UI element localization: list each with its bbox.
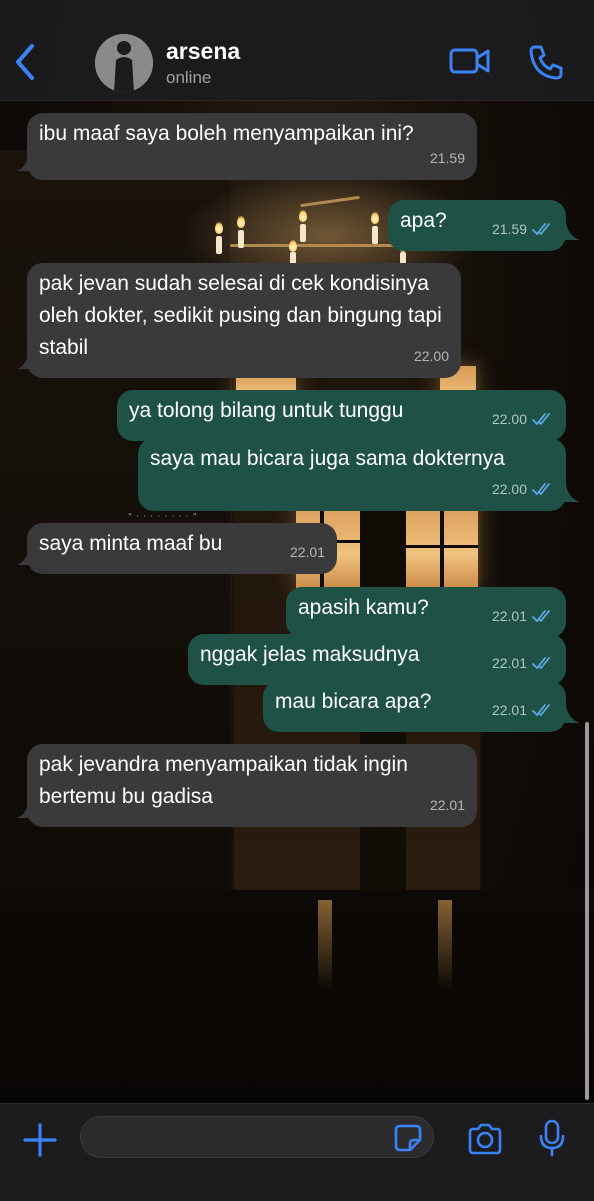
wallpaper-reflection <box>438 900 452 990</box>
candle-flame <box>215 222 223 234</box>
message-outgoing[interactable]: saya mau bicara juga sama dokternya 22.0… <box>138 438 566 511</box>
message-time: 22.00 <box>413 348 449 364</box>
message-time: 22.00 <box>491 411 527 427</box>
message-outgoing[interactable]: ya tolong bilang untuk tunggu 22.00 <box>117 390 566 441</box>
message-outgoing[interactable]: nggak jelas maksudnya 22.01 <box>188 634 566 685</box>
attach-button[interactable] <box>22 1122 58 1158</box>
message-text: ibu maaf saya boleh menyampaikan ini? <box>39 122 414 145</box>
message-incoming[interactable]: ibu maaf saya boleh menyampaikan ini? 21… <box>27 113 477 180</box>
message-composer <box>0 1103 594 1201</box>
message-time: 21.59 <box>491 221 527 237</box>
bubble-tail <box>17 547 37 565</box>
candle-flame <box>371 212 379 224</box>
avatar-photo <box>95 34 153 92</box>
double-check-icon <box>532 483 550 496</box>
message-incoming[interactable]: pak jevandra menyampaikan tidak ingin be… <box>27 744 477 827</box>
candle-flame <box>289 240 297 252</box>
plus-icon <box>23 1123 57 1157</box>
scrollbar[interactable] <box>585 722 589 1100</box>
message-text: ya tolong bilang untuk tunggu <box>129 399 404 422</box>
video-camera-icon <box>449 48 490 74</box>
bubble-tail <box>558 222 580 240</box>
double-check-icon <box>532 223 550 236</box>
chandelier-candle <box>372 226 378 244</box>
microphone-icon <box>539 1119 565 1157</box>
message-text: saya minta maaf bu <box>39 532 223 555</box>
bubble-tail <box>17 800 37 818</box>
message-incoming[interactable]: saya minta maaf bu 22.01 <box>27 523 337 574</box>
message-time: 22.01 <box>491 608 527 624</box>
message-input[interactable] <box>80 1116 434 1158</box>
message-time: 22.01 <box>491 655 527 671</box>
wallpaper-caption-decoration: " · · · · · · · · " <box>128 512 198 521</box>
chevron-left-icon <box>16 44 34 80</box>
chandelier-candle <box>238 230 244 248</box>
double-check-icon <box>532 610 550 623</box>
message-outgoing[interactable]: apasih kamu? 22.01 <box>286 587 566 638</box>
candle-flame <box>299 210 307 222</box>
candle-flame <box>237 216 245 228</box>
bubble-tail <box>558 484 580 502</box>
avatar[interactable] <box>95 34 153 92</box>
message-time: 21.59 <box>429 150 465 166</box>
wallpaper-reflection <box>318 900 332 990</box>
double-check-icon <box>532 413 550 426</box>
message-outgoing[interactable]: apa? 21.59 <box>388 200 566 251</box>
message-incoming[interactable]: pak jevan sudah selesai di cek kondisiny… <box>27 263 461 378</box>
message-time: 22.01 <box>491 702 527 718</box>
double-check-icon <box>532 704 550 717</box>
contact-status: online <box>166 68 212 87</box>
message-text: saya mau bicara juga sama dokternya <box>150 447 505 470</box>
camera-button[interactable] <box>466 1122 504 1156</box>
sticker-button[interactable] <box>392 1122 424 1154</box>
message-outgoing[interactable]: mau bicara apa? 22.01 <box>263 681 566 732</box>
message-text: pak jevan sudah selesai di cek kondisiny… <box>39 272 442 359</box>
camera-icon <box>468 1123 502 1155</box>
phone-icon <box>529 45 563 80</box>
video-call-button[interactable] <box>448 44 492 78</box>
message-time: 22.01 <box>429 797 465 813</box>
message-time: 22.00 <box>491 481 527 497</box>
back-button[interactable] <box>10 40 42 84</box>
chandelier-candle <box>300 224 306 242</box>
chat-header: arsena online <box>0 0 594 101</box>
voice-message-button[interactable] <box>538 1118 566 1158</box>
message-text: pak jevandra menyampaikan tidak ingin be… <box>39 753 408 808</box>
voice-call-button[interactable] <box>526 42 564 82</box>
chandelier-candle <box>216 236 222 254</box>
bubble-tail <box>17 351 37 369</box>
bubble-tail <box>17 153 37 171</box>
sticker-icon <box>394 1124 422 1152</box>
double-check-icon <box>532 657 550 670</box>
bubble-tail <box>558 705 580 723</box>
contact-name[interactable]: arsena <box>166 38 240 65</box>
message-time: 22.01 <box>289 544 325 560</box>
wallpaper-mullion <box>406 545 478 548</box>
